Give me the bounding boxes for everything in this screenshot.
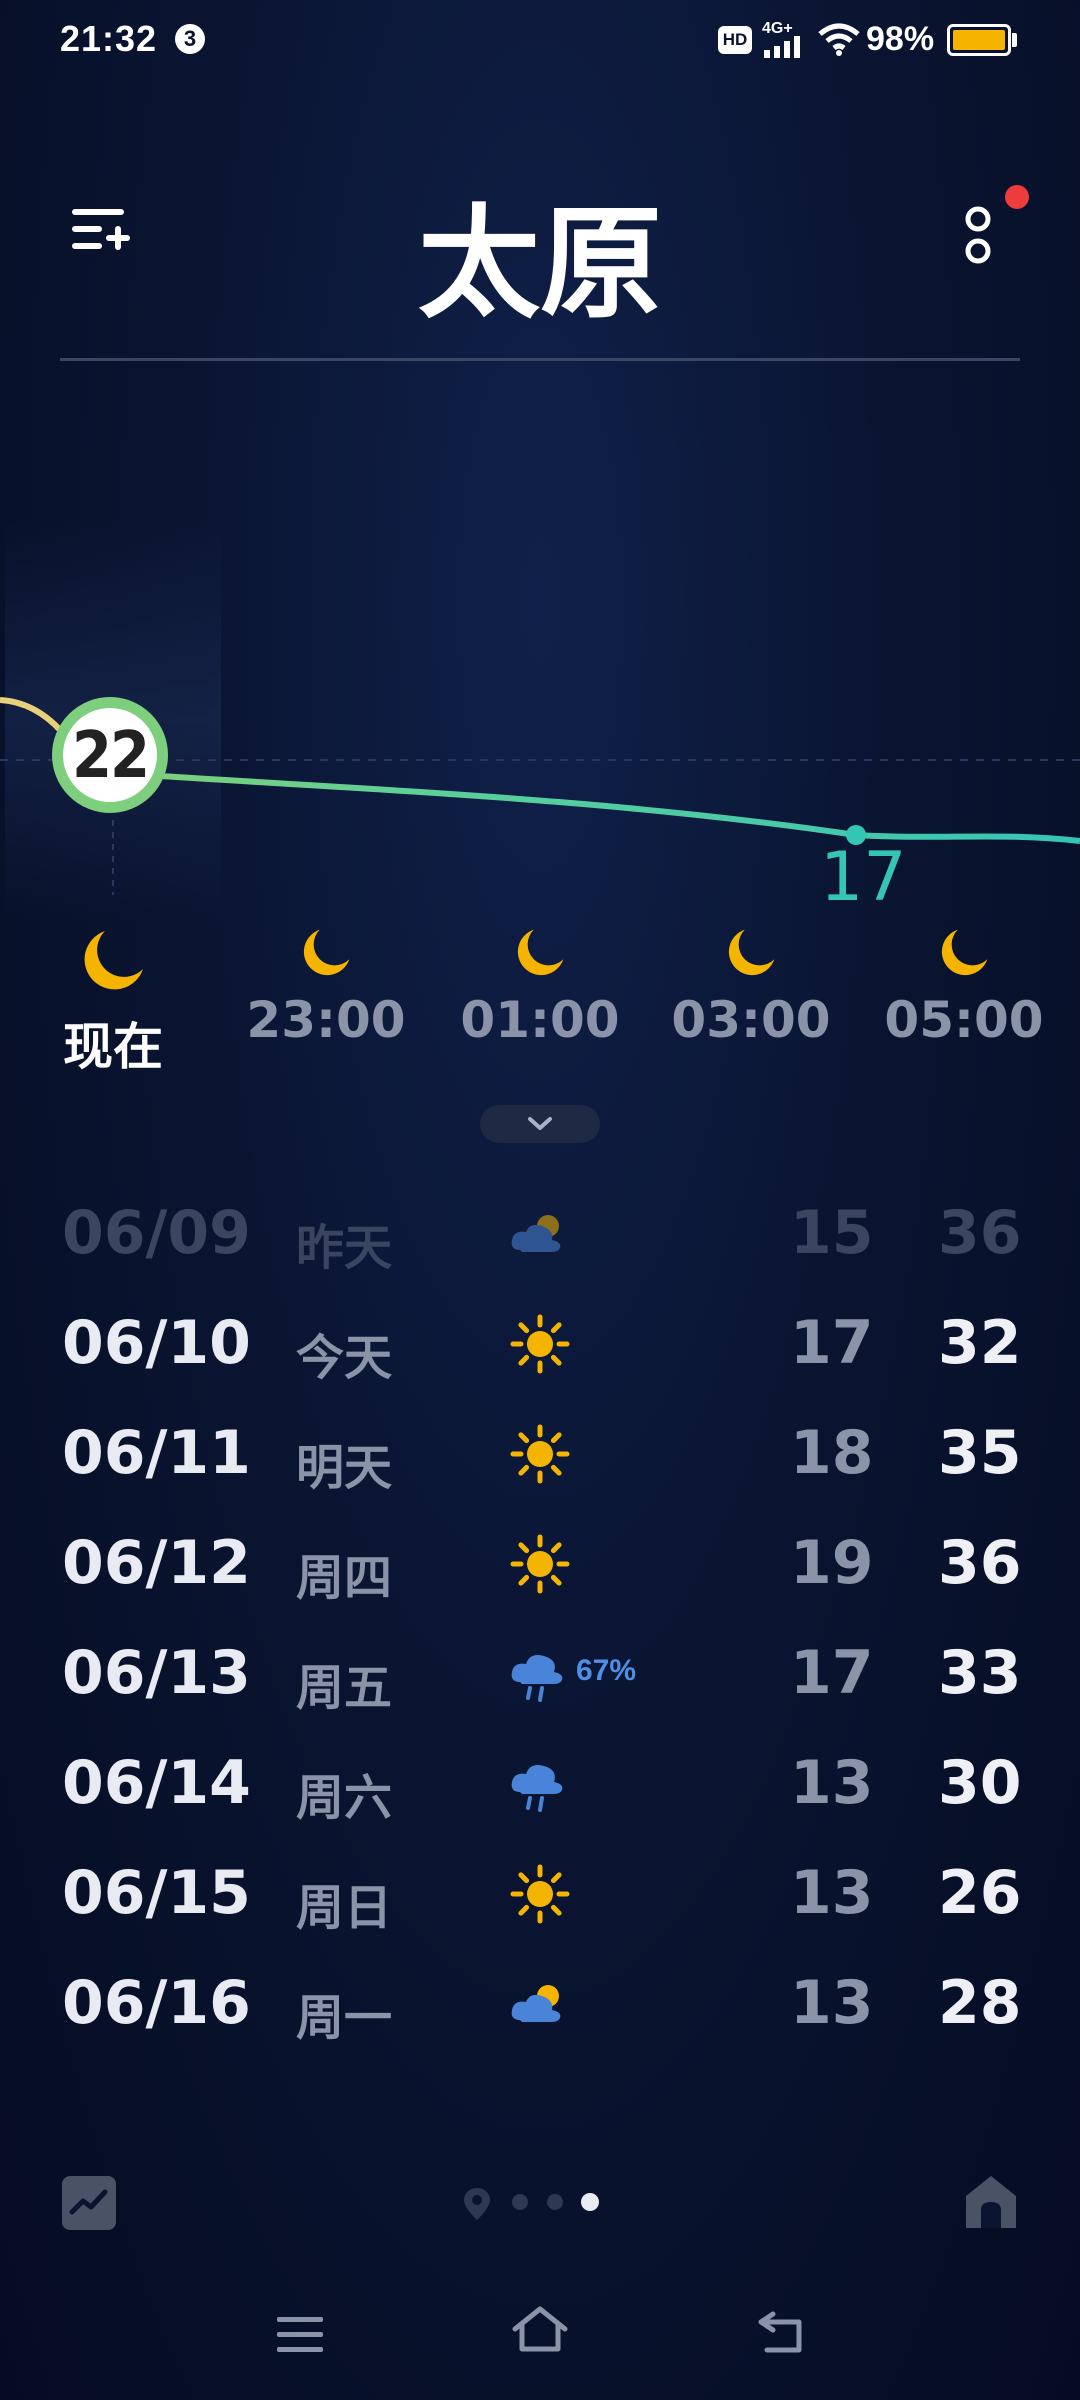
day-date: 06/14 xyxy=(62,1748,251,1818)
daily-row[interactable]: 06/12 周四 19 36 xyxy=(0,1510,1080,1610)
high-temp: 36 xyxy=(938,1198,1022,1268)
sun-icon xyxy=(508,1862,572,1931)
low-temp-label: 17 xyxy=(820,838,907,917)
page-dot xyxy=(512,2194,528,2210)
more-vertical-icon[interactable] xyxy=(962,205,994,267)
hour-label: 03:00 xyxy=(671,991,831,1049)
precip-probability: 67% xyxy=(576,1654,637,1687)
forecast-temp-curve xyxy=(159,773,1080,844)
day-name: 明天 xyxy=(296,1440,393,1496)
home-city-icon[interactable] xyxy=(962,2172,1020,2232)
moon-icon xyxy=(84,931,143,990)
hour-item[interactable]: 03:00 xyxy=(651,925,851,1049)
day-date: 06/10 xyxy=(62,1308,251,1378)
daily-row[interactable]: 06/16 周一 13 28 xyxy=(0,1950,1080,2050)
sun-icon xyxy=(508,1422,572,1491)
status-time: 21:32 xyxy=(60,18,158,59)
moon-icon xyxy=(941,929,988,976)
battery-icon xyxy=(947,24,1011,56)
low-temp: 17 xyxy=(790,1638,874,1708)
nav-menu-icon[interactable] xyxy=(275,2315,325,2355)
daily-row[interactable]: 06/11 明天 18 35 xyxy=(0,1400,1080,1500)
day-date: 06/12 xyxy=(62,1528,251,1598)
nav-home-icon[interactable] xyxy=(510,2305,570,2355)
moon-icon xyxy=(728,929,775,976)
low-temp: 15 xyxy=(790,1198,874,1268)
high-temp: 36 xyxy=(938,1528,1022,1598)
trend-chart-icon[interactable] xyxy=(62,2176,116,2230)
day-date: 06/15 xyxy=(62,1858,251,1928)
battery-percent: 98% xyxy=(866,20,935,58)
low-temp: 18 xyxy=(790,1418,874,1488)
day-date: 06/16 xyxy=(62,1968,251,2038)
high-temp: 32 xyxy=(938,1308,1022,1378)
low-temp: 13 xyxy=(790,1858,874,1928)
day-date: 06/09 xyxy=(62,1198,251,1268)
high-temp: 26 xyxy=(938,1858,1022,1928)
notification-dot xyxy=(1005,185,1029,209)
page-dot xyxy=(547,2194,563,2210)
partly-cloudy-icon xyxy=(508,1202,572,1271)
battery-tip xyxy=(1012,33,1017,47)
daily-row[interactable]: 06/13 周五 67% 17 33 xyxy=(0,1620,1080,1720)
high-temp: 33 xyxy=(938,1638,1022,1708)
high-temp: 28 xyxy=(938,1968,1022,2038)
day-name: 周六 xyxy=(296,1770,393,1826)
hour-item[interactable]: 现在 xyxy=(13,925,213,1079)
high-temp: 30 xyxy=(938,1748,1022,1818)
day-name: 周日 xyxy=(296,1880,393,1936)
notification-count-badge: 3 xyxy=(175,24,205,54)
day-name: 周五 xyxy=(296,1660,393,1716)
partly-cloudy-icon xyxy=(508,1972,572,2041)
moon-icon xyxy=(517,929,564,976)
day-name: 周一 xyxy=(296,1990,393,2046)
low-temp: 13 xyxy=(790,1748,874,1818)
hour-label: 01:00 xyxy=(460,991,620,1049)
day-date: 06/11 xyxy=(62,1418,251,1488)
header-divider xyxy=(60,358,1020,361)
nav-back-icon[interactable] xyxy=(755,2310,807,2354)
low-temp: 19 xyxy=(790,1528,874,1598)
hour-item[interactable]: 05:00 xyxy=(864,925,1064,1049)
day-name: 周四 xyxy=(296,1550,393,1606)
low-temp: 13 xyxy=(790,1968,874,2038)
hd-badge: HD xyxy=(718,26,752,54)
expand-toggle-button[interactable] xyxy=(480,1105,600,1143)
sun-icon xyxy=(508,1532,572,1601)
wifi-icon xyxy=(818,23,860,56)
day-name: 昨天 xyxy=(296,1220,393,1276)
trend-line-glyph xyxy=(69,2189,108,2215)
hour-item[interactable]: 23:00 xyxy=(226,925,426,1049)
hour-label: 05:00 xyxy=(884,991,1044,1049)
daily-row[interactable]: 06/09 昨天 15 36 xyxy=(0,1180,1080,1280)
moon-icon xyxy=(303,929,350,976)
battery-fill xyxy=(953,30,1005,50)
sun-icon xyxy=(508,1312,572,1381)
low-temp: 17 xyxy=(790,1308,874,1378)
daily-row[interactable]: 06/14 周六 13 30 xyxy=(0,1730,1080,1830)
current-temp-badge: 22 xyxy=(52,697,168,813)
daily-row[interactable]: 06/10 今天 17 32 xyxy=(0,1290,1080,1390)
page-dot-active xyxy=(581,2193,599,2211)
daily-row[interactable]: 06/15 周日 13 26 xyxy=(0,1840,1080,1940)
high-temp: 35 xyxy=(938,1418,1022,1488)
day-date: 06/13 xyxy=(62,1638,251,1708)
rain-icon xyxy=(508,1642,572,1711)
city-title: 太原 xyxy=(418,193,662,335)
hour-item[interactable]: 01:00 xyxy=(440,925,640,1049)
page-indicator[interactable] xyxy=(460,2180,620,2224)
hour-label: 23:00 xyxy=(246,991,406,1049)
day-name: 今天 xyxy=(296,1330,393,1386)
hourly-temperature-curve xyxy=(0,520,1080,920)
rain-icon xyxy=(508,1752,572,1821)
hour-label: 现在 xyxy=(63,1018,163,1076)
signal-icon xyxy=(764,36,800,58)
chevron-down-icon xyxy=(528,1117,552,1130)
